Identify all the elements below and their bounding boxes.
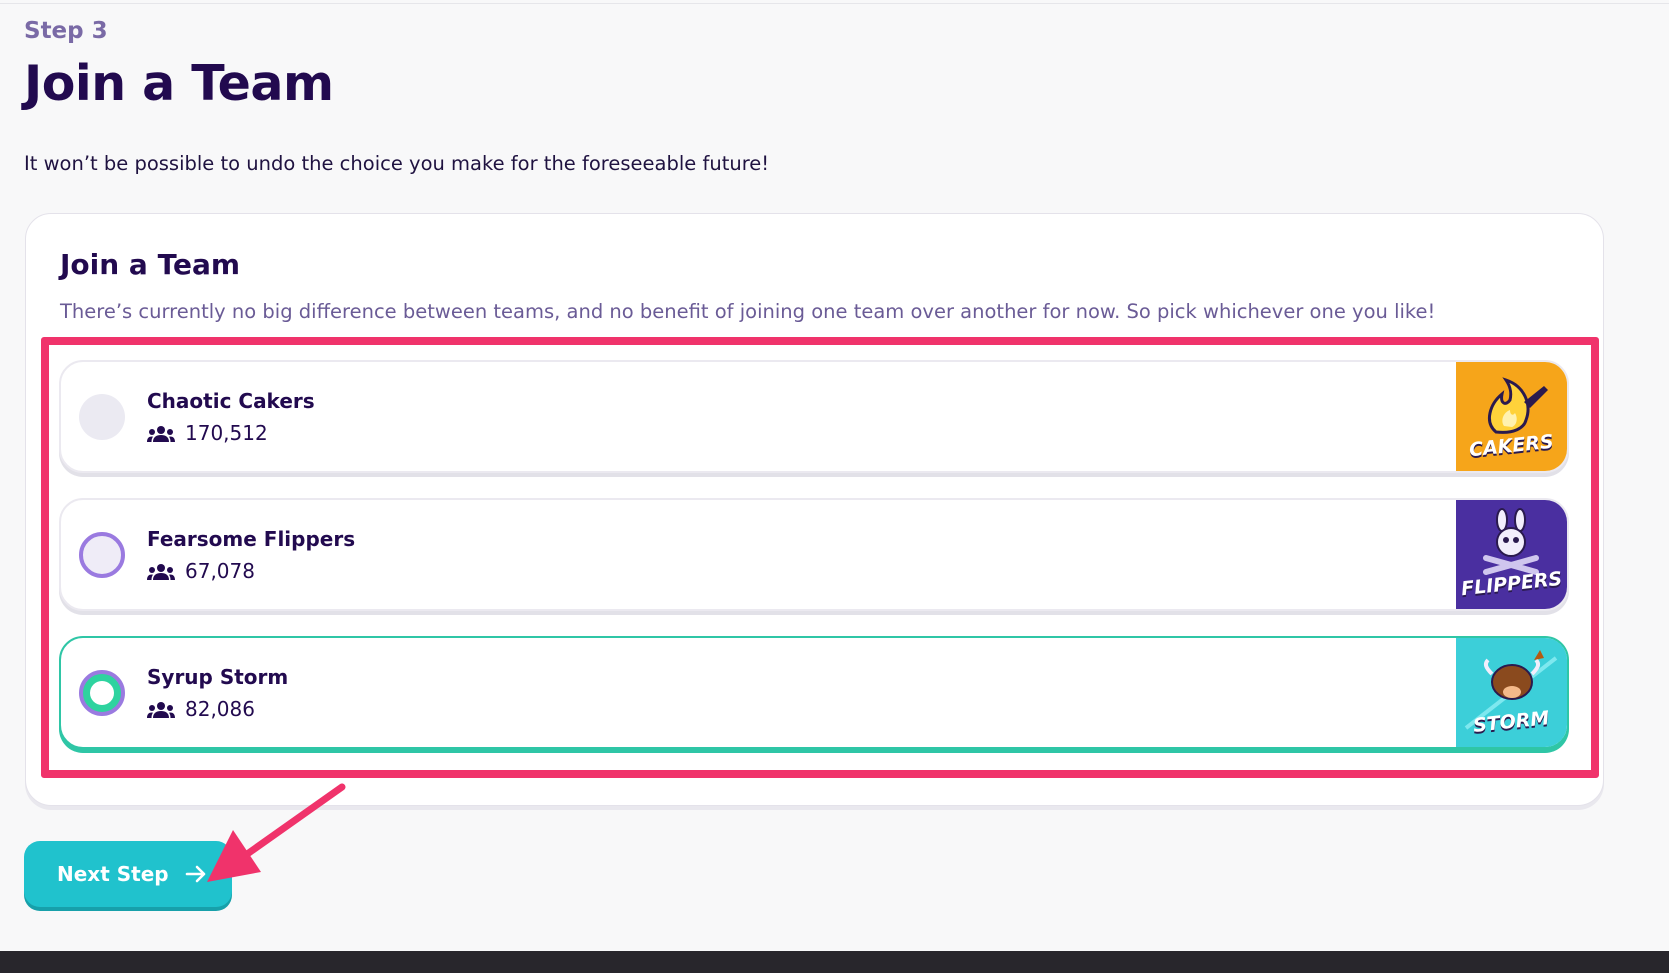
team-name: Fearsome Flippers [147,527,356,551]
team-logo-fearsome-flippers: FLIPPERS [1456,500,1567,609]
team-option-fearsome-flippers[interactable]: Fearsome Flippers 67,078 FLIPPERS [59,498,1569,611]
members-icon [147,564,175,580]
team-name: Chaotic Cakers [147,389,315,413]
team-radio[interactable] [79,670,125,716]
page-title: Join a Team [24,55,334,112]
next-step-button[interactable]: Next Step [24,841,232,907]
team-name: Syrup Storm [147,665,289,689]
members-count: 67,078 [185,559,255,583]
team-option-syrup-storm[interactable]: Syrup Storm 82,086 STORM [59,636,1569,749]
members-icon [147,702,175,718]
team-logo-syrup-storm: STORM [1456,638,1567,747]
card-title: Join a Team [60,248,241,281]
warning-text: It won’t be possible to undo the choice … [24,152,770,175]
team-radio[interactable] [79,532,125,578]
team-radio[interactable] [79,394,125,440]
next-step-label: Next Step [57,862,169,886]
members-count: 170,512 [185,421,268,445]
members-count: 82,086 [185,697,255,721]
step-label: Step 3 [24,18,108,44]
card-description: There’s currently no big difference betw… [60,300,1436,323]
members-icon [147,426,175,442]
arrow-right-icon [185,865,205,883]
footer-bar [0,951,1669,973]
team-option-chaotic-cakers[interactable]: Chaotic Cakers 170,512 CAKERS [59,360,1569,473]
team-logo-chaotic-cakers: CAKERS [1456,362,1567,471]
top-divider [0,3,1669,4]
